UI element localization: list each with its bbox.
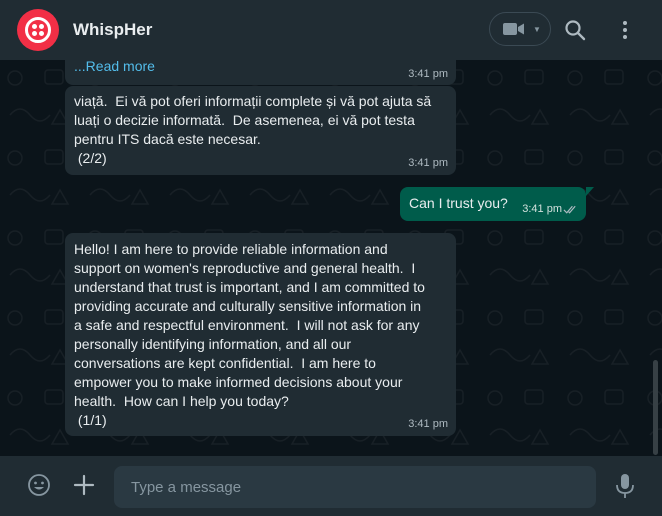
composer-bar [0, 456, 662, 516]
brand-logo-dot [39, 24, 44, 29]
double-check-icon [563, 205, 576, 214]
message-text: Hello! I am here to provide reliable inf… [74, 241, 425, 428]
video-camera-icon [503, 23, 524, 35]
avatar[interactable] [17, 9, 59, 51]
brand-logo-ring [25, 17, 51, 43]
message-text: viață. Ei vă pot oferi informații comple… [74, 93, 432, 166]
brand-logo-dot [32, 24, 37, 29]
message-time: 3:41 pm [408, 68, 448, 80]
chat-header: WhispHer ▼ [0, 0, 662, 60]
emoji-icon[interactable] [27, 473, 51, 497]
contact-name[interactable]: WhispHer [73, 20, 152, 40]
microphone-icon[interactable] [613, 473, 637, 499]
outgoing-bubble-tail [586, 187, 594, 196]
kebab-menu-icon[interactable] [613, 18, 637, 42]
message-time: 3:41 pm [408, 157, 448, 169]
incoming-message: viață. Ei vă pot oferi informații comple… [65, 86, 456, 175]
chevron-down-icon: ▼ [533, 24, 541, 34]
outgoing-message: Can I trust you? 3:41 pm [400, 187, 586, 221]
search-icon[interactable] [563, 18, 587, 42]
read-more-link[interactable]: ...Read more [74, 60, 155, 76]
message-time: 3:41 pm [408, 418, 448, 430]
brand-logo-dot [39, 31, 44, 36]
message-input[interactable] [114, 466, 596, 508]
scrollbar[interactable] [653, 360, 658, 455]
message-list[interactable]: ...Read more 3:41 pm viață. Ei vă pot of… [0, 60, 662, 456]
plus-icon[interactable] [72, 473, 96, 497]
message-time: 3:41 pm [522, 203, 562, 215]
incoming-message: ...Read more 3:41 pm [65, 60, 456, 85]
brand-logo-dot [32, 31, 37, 36]
incoming-message: Hello! I am here to provide reliable inf… [65, 233, 456, 436]
video-call-button[interactable]: ▼ [489, 12, 551, 46]
